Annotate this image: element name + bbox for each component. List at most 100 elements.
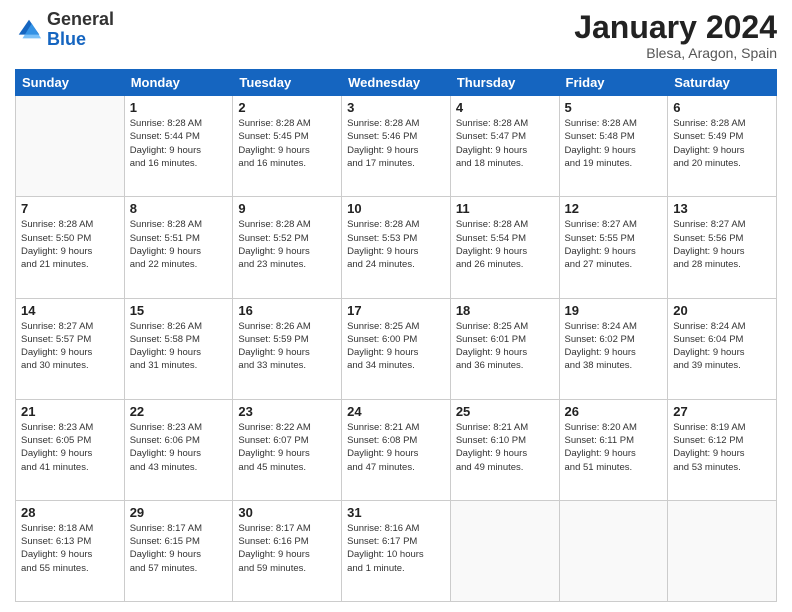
calendar-subtitle: Blesa, Aragon, Spain	[574, 45, 777, 61]
day-cell: 29 Sunrise: 8:17 AM Sunset: 6:15 PM Dayli…	[124, 500, 233, 601]
weekday-header-friday: Friday	[559, 70, 668, 96]
day-cell: 2 Sunrise: 8:28 AM Sunset: 5:45 PM Daylig…	[233, 96, 342, 197]
day-cell: 12 Sunrise: 8:27 AM Sunset: 5:55 PM Dayli…	[559, 197, 668, 298]
day-info: Sunrise: 8:28 AM Sunset: 5:52 PM Dayligh…	[238, 218, 336, 271]
day-cell: 26Sunrise: 8:20 AM Sunset: 6:11 PM Dayli…	[559, 399, 668, 500]
day-info: Sunrise: 8:28 AM Sunset: 5:45 PM Dayligh…	[238, 117, 336, 170]
day-info: Sunrise: 8:27 AM Sunset: 5:55 PM Dayligh…	[565, 218, 663, 271]
day-number: 7	[21, 201, 119, 216]
day-number: 4	[456, 100, 554, 115]
day-cell: 14 Sunrise: 8:27 AM Sunset: 5:57 PM Dayli…	[16, 298, 125, 399]
day-number: 8	[130, 201, 228, 216]
day-cell: 28Sunrise: 8:18 AM Sunset: 6:13 PM Dayli…	[16, 500, 125, 601]
day-cell: 20Sunrise: 8:24 AM Sunset: 6:04 PM Dayli…	[668, 298, 777, 399]
weekday-header-monday: Monday	[124, 70, 233, 96]
day-cell: 10 Sunrise: 8:28 AM Sunset: 5:53 PM Dayli…	[342, 197, 451, 298]
day-number: 5	[565, 100, 663, 115]
day-cell: 9Sunrise: 8:28 AM Sunset: 5:52 PM Daylig…	[233, 197, 342, 298]
day-info: Sunrise: 8:22 AM Sunset: 6:07 PM Dayligh…	[238, 421, 336, 474]
day-info: Sunrise: 8:28 AM Sunset: 5:53 PM Dayligh…	[347, 218, 445, 271]
day-cell: 25 Sunrise: 8:21 AM Sunset: 6:10 PM Dayli…	[450, 399, 559, 500]
day-info: Sunrise: 8:17 AM Sunset: 6:15 PM Dayligh…	[130, 522, 228, 575]
day-info: Sunrise: 8:17 AM Sunset: 6:16 PM Dayligh…	[238, 522, 336, 575]
header: General Blue January 2024 Blesa, Aragon,…	[15, 10, 777, 61]
day-number: 27	[673, 404, 771, 419]
day-cell: 7 Sunrise: 8:28 AM Sunset: 5:50 PM Daylig…	[16, 197, 125, 298]
day-cell: 17 Sunrise: 8:25 AM Sunset: 6:00 PM Dayli…	[342, 298, 451, 399]
day-number: 20	[673, 303, 771, 318]
day-cell	[16, 96, 125, 197]
day-cell	[450, 500, 559, 601]
day-info: Sunrise: 8:28 AM Sunset: 5:46 PM Dayligh…	[347, 117, 445, 170]
day-cell: 1Sunrise: 8:28 AM Sunset: 5:44 PM Daylig…	[124, 96, 233, 197]
day-info: Sunrise: 8:27 AM Sunset: 5:56 PM Dayligh…	[673, 218, 771, 271]
calendar-title: January 2024	[574, 10, 777, 45]
logo-text: General Blue	[47, 10, 114, 50]
week-row-4: 21Sunrise: 8:23 AM Sunset: 6:05 PM Dayli…	[16, 399, 777, 500]
day-info: Sunrise: 8:28 AM Sunset: 5:51 PM Dayligh…	[130, 218, 228, 271]
page: General Blue January 2024 Blesa, Aragon,…	[0, 0, 792, 612]
week-row-3: 14 Sunrise: 8:27 AM Sunset: 5:57 PM Dayli…	[16, 298, 777, 399]
day-info: Sunrise: 8:28 AM Sunset: 5:50 PM Dayligh…	[21, 218, 119, 271]
weekday-header-wednesday: Wednesday	[342, 70, 451, 96]
day-cell: 24 Sunrise: 8:21 AM Sunset: 6:08 PM Dayli…	[342, 399, 451, 500]
day-info: Sunrise: 8:25 AM Sunset: 6:00 PM Dayligh…	[347, 320, 445, 373]
weekday-header-sunday: Sunday	[16, 70, 125, 96]
weekday-header-thursday: Thursday	[450, 70, 559, 96]
day-number: 25	[456, 404, 554, 419]
day-info: Sunrise: 8:27 AM Sunset: 5:57 PM Dayligh…	[21, 320, 119, 373]
day-number: 24	[347, 404, 445, 419]
day-info: Sunrise: 8:21 AM Sunset: 6:08 PM Dayligh…	[347, 421, 445, 474]
day-cell: 21Sunrise: 8:23 AM Sunset: 6:05 PM Dayli…	[16, 399, 125, 500]
day-number: 31	[347, 505, 445, 520]
day-number: 22	[130, 404, 228, 419]
day-number: 23	[238, 404, 336, 419]
day-number: 17	[347, 303, 445, 318]
logo-icon	[15, 16, 43, 44]
day-number: 2	[238, 100, 336, 115]
day-cell: 18 Sunrise: 8:25 AM Sunset: 6:01 PM Dayli…	[450, 298, 559, 399]
day-info: Sunrise: 8:20 AM Sunset: 6:11 PM Dayligh…	[565, 421, 663, 474]
day-number: 18	[456, 303, 554, 318]
week-row-1: 1Sunrise: 8:28 AM Sunset: 5:44 PM Daylig…	[16, 96, 777, 197]
day-cell: 5Sunrise: 8:28 AM Sunset: 5:48 PM Daylig…	[559, 96, 668, 197]
day-cell: 6 Sunrise: 8:28 AM Sunset: 5:49 PM Daylig…	[668, 96, 777, 197]
logo: General Blue	[15, 10, 114, 50]
day-cell: 16Sunrise: 8:26 AM Sunset: 5:59 PM Dayli…	[233, 298, 342, 399]
day-cell: 8 Sunrise: 8:28 AM Sunset: 5:51 PM Daylig…	[124, 197, 233, 298]
day-info: Sunrise: 8:19 AM Sunset: 6:12 PM Dayligh…	[673, 421, 771, 474]
day-info: Sunrise: 8:24 AM Sunset: 6:02 PM Dayligh…	[565, 320, 663, 373]
day-number: 10	[347, 201, 445, 216]
day-info: Sunrise: 8:16 AM Sunset: 6:17 PM Dayligh…	[347, 522, 445, 575]
logo-blue: Blue	[47, 30, 114, 50]
day-cell: 15Sunrise: 8:26 AM Sunset: 5:58 PM Dayli…	[124, 298, 233, 399]
day-number: 13	[673, 201, 771, 216]
weekday-header-row: SundayMondayTuesdayWednesdayThursdayFrid…	[16, 70, 777, 96]
day-cell: 4Sunrise: 8:28 AM Sunset: 5:47 PM Daylig…	[450, 96, 559, 197]
day-number: 14	[21, 303, 119, 318]
day-cell: 31 Sunrise: 8:16 AM Sunset: 6:17 PM Dayli…	[342, 500, 451, 601]
day-number: 29	[130, 505, 228, 520]
day-number: 3	[347, 100, 445, 115]
day-number: 30	[238, 505, 336, 520]
calendar-table: SundayMondayTuesdayWednesdayThursdayFrid…	[15, 69, 777, 602]
day-info: Sunrise: 8:23 AM Sunset: 6:06 PM Dayligh…	[130, 421, 228, 474]
day-cell: 11Sunrise: 8:28 AM Sunset: 5:54 PM Dayli…	[450, 197, 559, 298]
day-number: 6	[673, 100, 771, 115]
day-cell: 27 Sunrise: 8:19 AM Sunset: 6:12 PM Dayli…	[668, 399, 777, 500]
day-number: 12	[565, 201, 663, 216]
day-cell: 22 Sunrise: 8:23 AM Sunset: 6:06 PM Dayli…	[124, 399, 233, 500]
weekday-header-saturday: Saturday	[668, 70, 777, 96]
day-number: 15	[130, 303, 228, 318]
day-cell: 30 Sunrise: 8:17 AM Sunset: 6:16 PM Dayli…	[233, 500, 342, 601]
day-info: Sunrise: 8:28 AM Sunset: 5:49 PM Dayligh…	[673, 117, 771, 170]
weekday-header-tuesday: Tuesday	[233, 70, 342, 96]
day-info: Sunrise: 8:25 AM Sunset: 6:01 PM Dayligh…	[456, 320, 554, 373]
title-block: January 2024 Blesa, Aragon, Spain	[574, 10, 777, 61]
day-number: 21	[21, 404, 119, 419]
day-info: Sunrise: 8:21 AM Sunset: 6:10 PM Dayligh…	[456, 421, 554, 474]
day-info: Sunrise: 8:28 AM Sunset: 5:54 PM Dayligh…	[456, 218, 554, 271]
week-row-2: 7 Sunrise: 8:28 AM Sunset: 5:50 PM Daylig…	[16, 197, 777, 298]
day-number: 16	[238, 303, 336, 318]
week-row-5: 28Sunrise: 8:18 AM Sunset: 6:13 PM Dayli…	[16, 500, 777, 601]
